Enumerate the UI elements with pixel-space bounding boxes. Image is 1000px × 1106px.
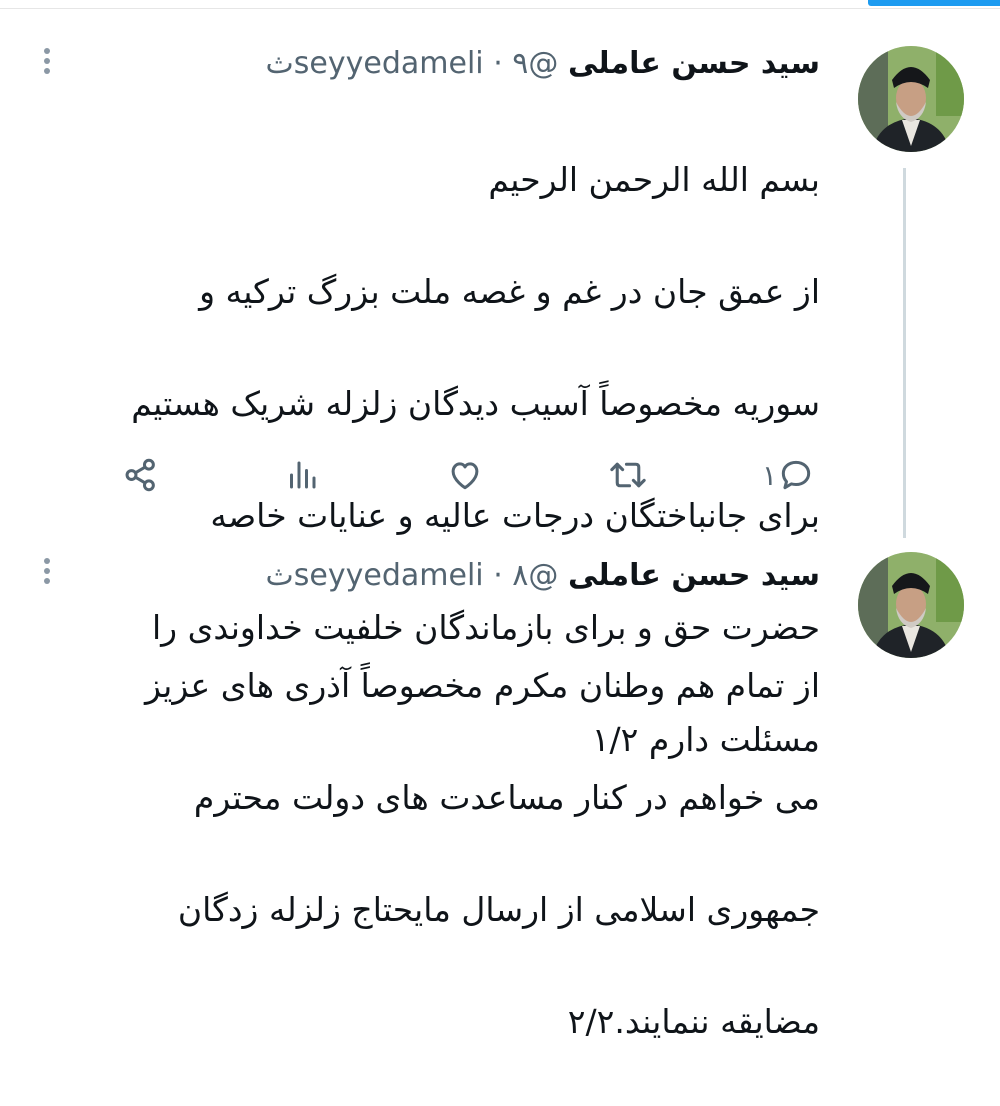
display-name[interactable]: سید حسن عاملی (568, 46, 820, 81)
avatar-photo (858, 552, 964, 658)
reply-button[interactable]: ۱ (758, 448, 815, 502)
tweet-line: از عمق جان در غم و غصه ملت بزرگ ترکیه و (199, 272, 820, 311)
tweet-header: سید حسن عاملی @seyyedameli · ۸ث (266, 556, 820, 596)
views-icon (290, 461, 316, 489)
reply-icon (781, 460, 811, 490)
tweet-line: از تمام هم وطنان مکرم مخصوصاً آذری های ع… (144, 666, 820, 705)
tweet-line: سوریه مخصوصاً آسیب دیدگان زلزله شریک هست… (131, 384, 820, 423)
top-divider (0, 8, 1000, 9)
tweet-line: مضایقه ننمایند.۲/۲ (567, 1002, 820, 1041)
retweet-button[interactable] (608, 448, 648, 502)
share-button[interactable] (122, 448, 160, 502)
tweet-actions: ۱ (0, 448, 1000, 508)
display-name[interactable]: سید حسن عاملی (568, 558, 820, 593)
retweet-icon (610, 462, 646, 488)
avatar[interactable] (858, 46, 964, 152)
tweet-line: می خواهم در کنار مساعدت های دولت محترم (193, 778, 820, 817)
tweet-line: جمهوری اسلامی از ارسال مایحتاج زلزله زدگ… (177, 890, 820, 929)
heart-icon (451, 462, 479, 490)
reply-count: ۱ (762, 458, 778, 492)
tweet-header: سید حسن عاملی @seyyedameli · ۹ث (266, 44, 820, 84)
tweet-text: از تمام هم وطنان مکرم مخصوصاً آذری های ع… (145, 602, 820, 1106)
more-options-icon[interactable] (44, 48, 54, 78)
like-button[interactable] (446, 448, 484, 502)
avatar[interactable] (858, 552, 964, 658)
tweet-line: بسم الله الرحمن الرحیم (488, 160, 820, 199)
more-options-icon[interactable] (44, 558, 54, 588)
tab-indicator (868, 0, 1000, 6)
views-button[interactable] (284, 448, 320, 502)
share-icon (125, 458, 155, 492)
avatar-photo (858, 46, 964, 152)
separator: · (493, 46, 503, 81)
separator: · (493, 558, 503, 593)
